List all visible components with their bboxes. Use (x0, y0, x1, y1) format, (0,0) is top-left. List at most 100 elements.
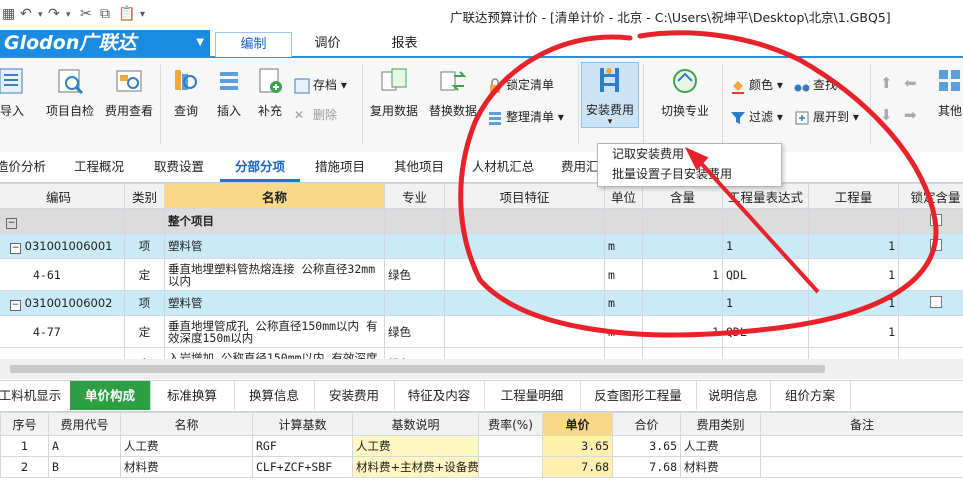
cell-code[interactable]: 4-61 (0, 258, 125, 291)
cell-base-desc[interactable]: 人工费 (352, 435, 479, 457)
tab-labor-material-display[interactable]: 工料机显示 (0, 381, 71, 410)
cell-content[interactable]: 1 (642, 258, 723, 291)
cell-name[interactable]: 塑料管 (164, 233, 385, 259)
col-header-major[interactable]: 专业 (384, 183, 445, 209)
col-header-unit[interactable]: 单位 (604, 183, 643, 209)
tab-measure-items[interactable]: 措施项目 (302, 152, 378, 182)
undo-icon[interactable]: ↶ (20, 6, 32, 22)
sub-items-grid[interactable]: 编码 类别 名称 专业 项目特征 单位 含量 工程量表达式 工程量 锁定含量 −… (0, 183, 963, 359)
cell-lock[interactable] (898, 233, 963, 259)
table-row[interactable]: 4-79 定 入岩增加 公称直径150mm以内 有效深度150m以内 绿色 m … (0, 347, 963, 359)
save-file-button[interactable]: 存档 ▾ (294, 76, 347, 94)
cell-base-desc[interactable]: 材料费+主材费+设备费 (352, 456, 479, 478)
cell-name[interactable]: 塑料管 (164, 290, 385, 316)
install-fee-button[interactable]: 安装费用 ▾ (581, 62, 639, 128)
cell-lock[interactable] (898, 208, 963, 234)
tab-description-info[interactable]: 说明信息 (696, 381, 771, 410)
move-down-icon[interactable]: ⬇ (880, 106, 893, 124)
paste-icon[interactable]: 📋 (118, 6, 135, 22)
cell-qty[interactable] (808, 208, 899, 234)
cell-code[interactable]: 4-77 (0, 315, 125, 348)
col-header-total[interactable]: 合价 (612, 412, 681, 436)
move-right-icon[interactable]: ➡ (904, 106, 917, 124)
col-header-name[interactable]: 名称 (120, 412, 253, 436)
filter-button[interactable]: 过滤 ▾ (730, 108, 783, 126)
tab-unit-price-composition[interactable]: 单价构成 (70, 381, 151, 410)
cell-code[interactable]: 4-79 (0, 347, 125, 359)
table-row[interactable]: − 整个项目 (0, 208, 963, 234)
copy-icon[interactable]: ⧉ (100, 6, 110, 22)
col-header-unit-price[interactable]: 单价 (542, 412, 613, 436)
cell-qty[interactable]: 1 (808, 347, 899, 359)
tab-edit[interactable]: 编制 (215, 32, 292, 57)
cell-unit[interactable]: m (604, 290, 643, 316)
cell-type[interactable] (124, 208, 165, 234)
cell-features[interactable] (444, 290, 605, 316)
cell-features[interactable] (444, 208, 605, 234)
collapse-toggle[interactable]: − (10, 242, 21, 254)
move-left-icon[interactable]: ⬅ (904, 74, 917, 92)
cell-fee-code[interactable]: A (48, 435, 121, 457)
tab-standard-conversion[interactable]: 标准换算 (150, 381, 235, 410)
tab-fee-settings[interactable]: 取费设置 (140, 152, 218, 182)
redo-dropdown-icon[interactable]: ▾ (66, 10, 71, 20)
move-up-icon[interactable]: ⬆ (880, 74, 893, 92)
cell-content[interactable] (642, 208, 723, 234)
color-button[interactable]: 颜色 ▾ (730, 76, 783, 94)
table-row[interactable]: 1 A 人工费 RGF 人工费 3.65 3.65 人工费 (0, 435, 963, 457)
cell-unit[interactable] (604, 208, 643, 234)
col-header-fee-code[interactable]: 费用代号 (48, 412, 121, 436)
cell-name[interactable]: 垂直地埋塑料管热熔连接 公称直径32mm以内 (164, 258, 385, 291)
tab-cost-analysis[interactable]: 造价分析 (0, 152, 50, 182)
lock-checkbox[interactable] (930, 213, 942, 226)
cell-lock[interactable] (898, 347, 963, 359)
cell-content[interactable]: 1 (642, 347, 723, 359)
col-header-base[interactable]: 计算基数 (252, 412, 353, 436)
tab-sub-items[interactable]: 分部分项 (220, 152, 300, 182)
menu-item-apply-install-fee[interactable]: 记取安装费用 (598, 144, 781, 164)
cell-name[interactable]: 人工费 (120, 435, 253, 457)
cell-fee-category[interactable]: 人工费 (680, 435, 761, 457)
self-check-button[interactable]: 项目自检 (40, 64, 100, 119)
collapse-toggle[interactable]: − (10, 299, 21, 311)
tab-conversion-info[interactable]: 换算信息 (234, 381, 315, 410)
cell-base[interactable]: CLF+ZCF+SBF (252, 456, 353, 478)
cell-total[interactable]: 3.65 (612, 435, 681, 457)
expand-to-button[interactable]: 展开到 ▾ (794, 108, 859, 126)
tab-report[interactable]: 报表 (367, 32, 442, 56)
cell-lock[interactable] (898, 258, 963, 291)
lock-checkbox[interactable] (930, 238, 942, 251)
cell-lock[interactable] (898, 290, 963, 316)
table-row[interactable]: − 031001006002 项 塑料管 m 1 1 (0, 290, 963, 316)
tab-labor-material-summary[interactable]: 人材机汇总 (460, 152, 546, 182)
col-header-qty-expr[interactable]: 工程量表达式 (722, 183, 809, 209)
table-row[interactable]: − 031001006001 项 塑料管 m 1 1 (0, 233, 963, 259)
delete-button[interactable]: ✕ 删除 (294, 106, 337, 124)
cell-rate[interactable] (478, 456, 543, 478)
cell-type[interactable]: 项 (124, 233, 165, 259)
col-header-lock-content[interactable]: 锁定含量 (898, 183, 963, 209)
lock-checkbox[interactable] (930, 295, 942, 308)
cell-rate[interactable] (478, 435, 543, 457)
tab-pricing-scheme[interactable]: 组价方案 (770, 381, 851, 410)
cell-qty-expr[interactable]: QDL (722, 315, 809, 348)
tab-project-overview[interactable]: 工程概况 (60, 152, 138, 182)
cell-unit[interactable]: m (604, 347, 643, 359)
collapse-toggle[interactable]: − (0, 208, 125, 234)
cell-qty[interactable]: 1 (808, 233, 899, 259)
col-header-features[interactable]: 项目特征 (444, 183, 605, 209)
cell-major[interactable]: 绿色 (384, 258, 445, 291)
tab-reverse-graphic-quantity[interactable]: 反查图形工程量 (580, 381, 697, 410)
reuse-data-button[interactable]: 复用数据 (368, 64, 420, 119)
cell-qty[interactable]: 1 (808, 315, 899, 348)
cell-major[interactable] (384, 233, 445, 259)
cell-total[interactable]: 7.68 (612, 456, 681, 478)
query-button[interactable]: 查询 (166, 64, 206, 119)
cell-no[interactable]: 2 (0, 456, 49, 478)
save-icon[interactable]: ▦ (2, 6, 15, 22)
cell-unit[interactable]: m (604, 315, 643, 348)
col-header-qty[interactable]: 工程量 (808, 183, 899, 209)
cell-qty[interactable]: 1 (808, 290, 899, 316)
other-button[interactable]: 其他 (930, 64, 963, 119)
cell-features[interactable] (444, 315, 605, 348)
